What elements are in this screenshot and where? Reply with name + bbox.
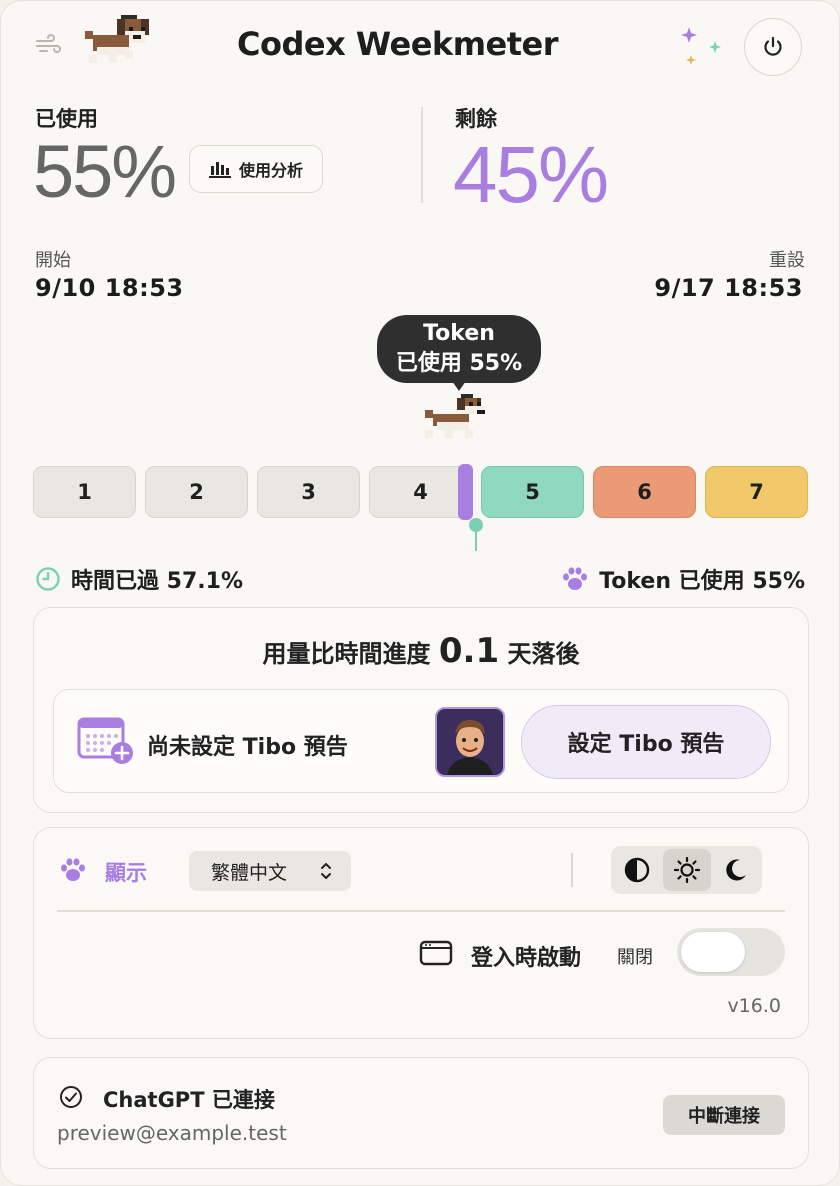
power-icon bbox=[764, 36, 782, 56]
power-button[interactable] bbox=[744, 18, 802, 76]
progress-value: 0.1 bbox=[438, 631, 500, 671]
sparkle-icon[interactable] bbox=[677, 23, 725, 71]
day-1-label: 1 bbox=[77, 480, 92, 504]
usage-analysis-button[interactable]: 使用分析 bbox=[189, 145, 323, 193]
account-status: ChatGPT 已連接 bbox=[103, 1088, 275, 1112]
day-7-label: 7 bbox=[749, 480, 764, 504]
tooltip-title: Token bbox=[423, 321, 495, 346]
usage-divider bbox=[421, 107, 423, 203]
updown-chevron-icon bbox=[321, 863, 331, 879]
usage-analysis-label: 使用分析 bbox=[238, 161, 303, 180]
token-used-stat: Token 已使用 55% bbox=[561, 563, 805, 595]
day-7[interactable]: 7 bbox=[705, 466, 808, 518]
reset-date: 9/17 18:53 bbox=[654, 274, 803, 302]
language-select[interactable]: 繁體中文 bbox=[189, 851, 351, 891]
theme-auto-option[interactable] bbox=[613, 849, 661, 891]
token-usage-marker bbox=[458, 464, 473, 520]
start-date: 9/10 18:53 bbox=[35, 274, 184, 302]
theme-selector bbox=[611, 846, 762, 894]
remaining-percentage: 45% bbox=[453, 130, 609, 219]
token-used-text: Token 已使用 55% bbox=[599, 569, 805, 594]
clock-icon bbox=[36, 567, 60, 591]
settings-hr bbox=[57, 910, 785, 912]
toggle-knob bbox=[681, 932, 745, 972]
calendar-add-icon bbox=[77, 717, 133, 764]
moon-icon bbox=[726, 859, 746, 881]
paw-icon bbox=[563, 567, 588, 590]
day-6[interactable]: 6 bbox=[593, 466, 696, 518]
time-marker-dot bbox=[469, 518, 483, 532]
dog-progress-icon bbox=[425, 394, 485, 438]
day-3-label: 3 bbox=[301, 480, 316, 504]
day-2-label: 2 bbox=[189, 480, 204, 504]
account-email: preview@example.test bbox=[57, 1121, 287, 1145]
theme-light-option[interactable] bbox=[663, 849, 711, 891]
wind-icon bbox=[36, 34, 61, 53]
launch-at-login-label: 登入時啟動 bbox=[471, 946, 582, 971]
set-forecast-button[interactable]: 設定 Tibo 預告 bbox=[521, 705, 771, 779]
token-tooltip: Token 已使用 55% bbox=[377, 315, 541, 383]
version-text: v16.0 bbox=[727, 995, 781, 1017]
app-panel: Codex Weekmeter 已使用 55% 使用分析 剩餘 45% 開始 9… bbox=[0, 0, 840, 1186]
dog-mascot-icon bbox=[85, 15, 149, 63]
check-circle-icon bbox=[60, 1086, 82, 1108]
tibo-avatar bbox=[435, 707, 505, 777]
theme-dark-option[interactable] bbox=[712, 849, 760, 891]
contrast-icon bbox=[624, 857, 650, 883]
launch-state-text: 關閉 bbox=[617, 947, 653, 968]
progress-prefix: 用量比時間進度 bbox=[262, 640, 431, 668]
day-4-label: 4 bbox=[413, 480, 428, 504]
day-2[interactable]: 2 bbox=[145, 466, 248, 518]
day-4[interactable]: 4 bbox=[369, 466, 472, 518]
start-label: 開始 bbox=[35, 250, 71, 271]
used-percentage: 55% bbox=[33, 130, 177, 213]
time-elapsed-text: 時間已過 57.1% bbox=[71, 569, 243, 594]
sun-icon bbox=[673, 856, 701, 884]
day-3[interactable]: 3 bbox=[257, 466, 360, 518]
display-label: 顯示 bbox=[105, 861, 147, 885]
app-title: Codex Weekmeter bbox=[237, 25, 559, 63]
display-paw-icon bbox=[61, 858, 85, 881]
day-6-label: 6 bbox=[637, 480, 652, 504]
progress-suffix: 天落後 bbox=[507, 640, 580, 668]
day-1[interactable]: 1 bbox=[33, 466, 136, 518]
day-5[interactable]: 5 bbox=[481, 466, 584, 518]
language-value: 繁體中文 bbox=[211, 861, 288, 884]
reset-label: 重設 bbox=[769, 250, 805, 271]
bar-chart-icon bbox=[208, 162, 231, 178]
time-elapsed-stat: 時間已過 57.1% bbox=[35, 563, 243, 595]
tooltip-value: 已使用 55% bbox=[395, 351, 523, 376]
window-icon bbox=[419, 940, 453, 966]
day-5-label: 5 bbox=[525, 480, 540, 504]
avatar-portrait bbox=[437, 709, 503, 775]
disconnect-button[interactable]: 中斷連接 bbox=[663, 1095, 785, 1135]
settings-divider bbox=[571, 853, 573, 887]
tooltip-arrow bbox=[452, 381, 466, 391]
progress-summary: 用量比時間進度 0.1 天落後 bbox=[1, 631, 840, 671]
forecast-status: 尚未設定 Tibo 預告 bbox=[147, 735, 348, 760]
launch-at-login-toggle[interactable] bbox=[677, 928, 785, 976]
